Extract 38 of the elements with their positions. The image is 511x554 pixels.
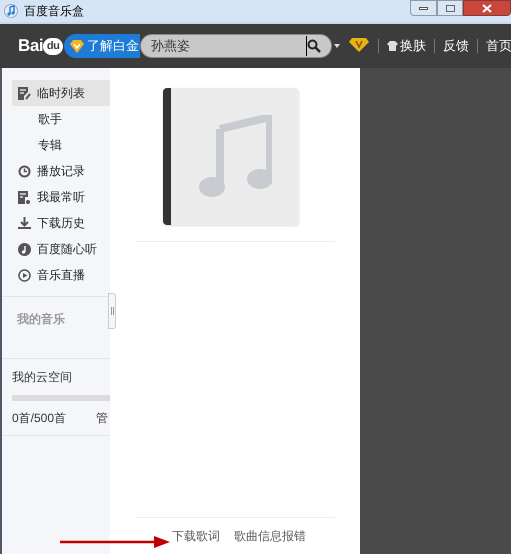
toolbar-link[interactable]: 反馈 bbox=[443, 36, 469, 56]
baidu-logo: Bai du bbox=[18, 33, 64, 59]
download-icon bbox=[18, 216, 31, 230]
music-note-icon bbox=[18, 242, 31, 256]
storage-usage: 0首/500首 bbox=[12, 410, 66, 427]
promo-button[interactable]: 了解白金 bbox=[64, 34, 140, 58]
search-icon[interactable] bbox=[307, 39, 321, 53]
sidebar-item[interactable]: 我最常听 bbox=[12, 184, 110, 210]
sidebar-item[interactable]: 临时列表 bbox=[12, 80, 110, 106]
close-button[interactable] bbox=[463, 0, 511, 16]
diamond-icon bbox=[70, 40, 84, 52]
section-label: 我的云空间 bbox=[12, 369, 72, 386]
sidebar-item[interactable]: 音乐直播 bbox=[12, 262, 110, 288]
vip-badge-icon[interactable] bbox=[349, 37, 369, 53]
shirt-icon[interactable] bbox=[387, 41, 398, 51]
minimize-button[interactable] bbox=[410, 0, 437, 16]
sidebar-item[interactable]: 下载历史 bbox=[12, 210, 110, 236]
maximize-button[interactable] bbox=[437, 0, 463, 16]
music-note-icon bbox=[4, 4, 18, 18]
section-label: 我的音乐 bbox=[17, 311, 65, 328]
sidebar-item[interactable]: 专辑 bbox=[12, 132, 110, 158]
search-field[interactable]: 孙燕姿 bbox=[140, 34, 332, 58]
lyrics-link[interactable]: 下载歌词 bbox=[172, 527, 220, 545]
window-title: 百度音乐盒 bbox=[24, 3, 84, 20]
manage-link[interactable]: 管 bbox=[96, 409, 108, 427]
list-edit-icon bbox=[18, 86, 31, 100]
history-icon bbox=[18, 164, 31, 178]
music-note-icon bbox=[198, 114, 272, 198]
collapse-handle[interactable] bbox=[108, 293, 116, 329]
lyrics-link[interactable]: 歌曲信息报错 bbox=[234, 527, 306, 545]
sidebar-item[interactable]: 歌手 bbox=[12, 106, 110, 132]
sidebar-item[interactable]: 播放记录 bbox=[12, 158, 110, 184]
sidebar-item[interactable]: 百度随心听 bbox=[12, 236, 110, 262]
playlist-icon bbox=[18, 190, 31, 204]
toolbar-link[interactable]: 换肤 bbox=[400, 36, 426, 56]
play-icon bbox=[18, 268, 31, 282]
close-icon[interactable] bbox=[482, 4, 492, 12]
caret-icon[interactable] bbox=[334, 44, 340, 48]
